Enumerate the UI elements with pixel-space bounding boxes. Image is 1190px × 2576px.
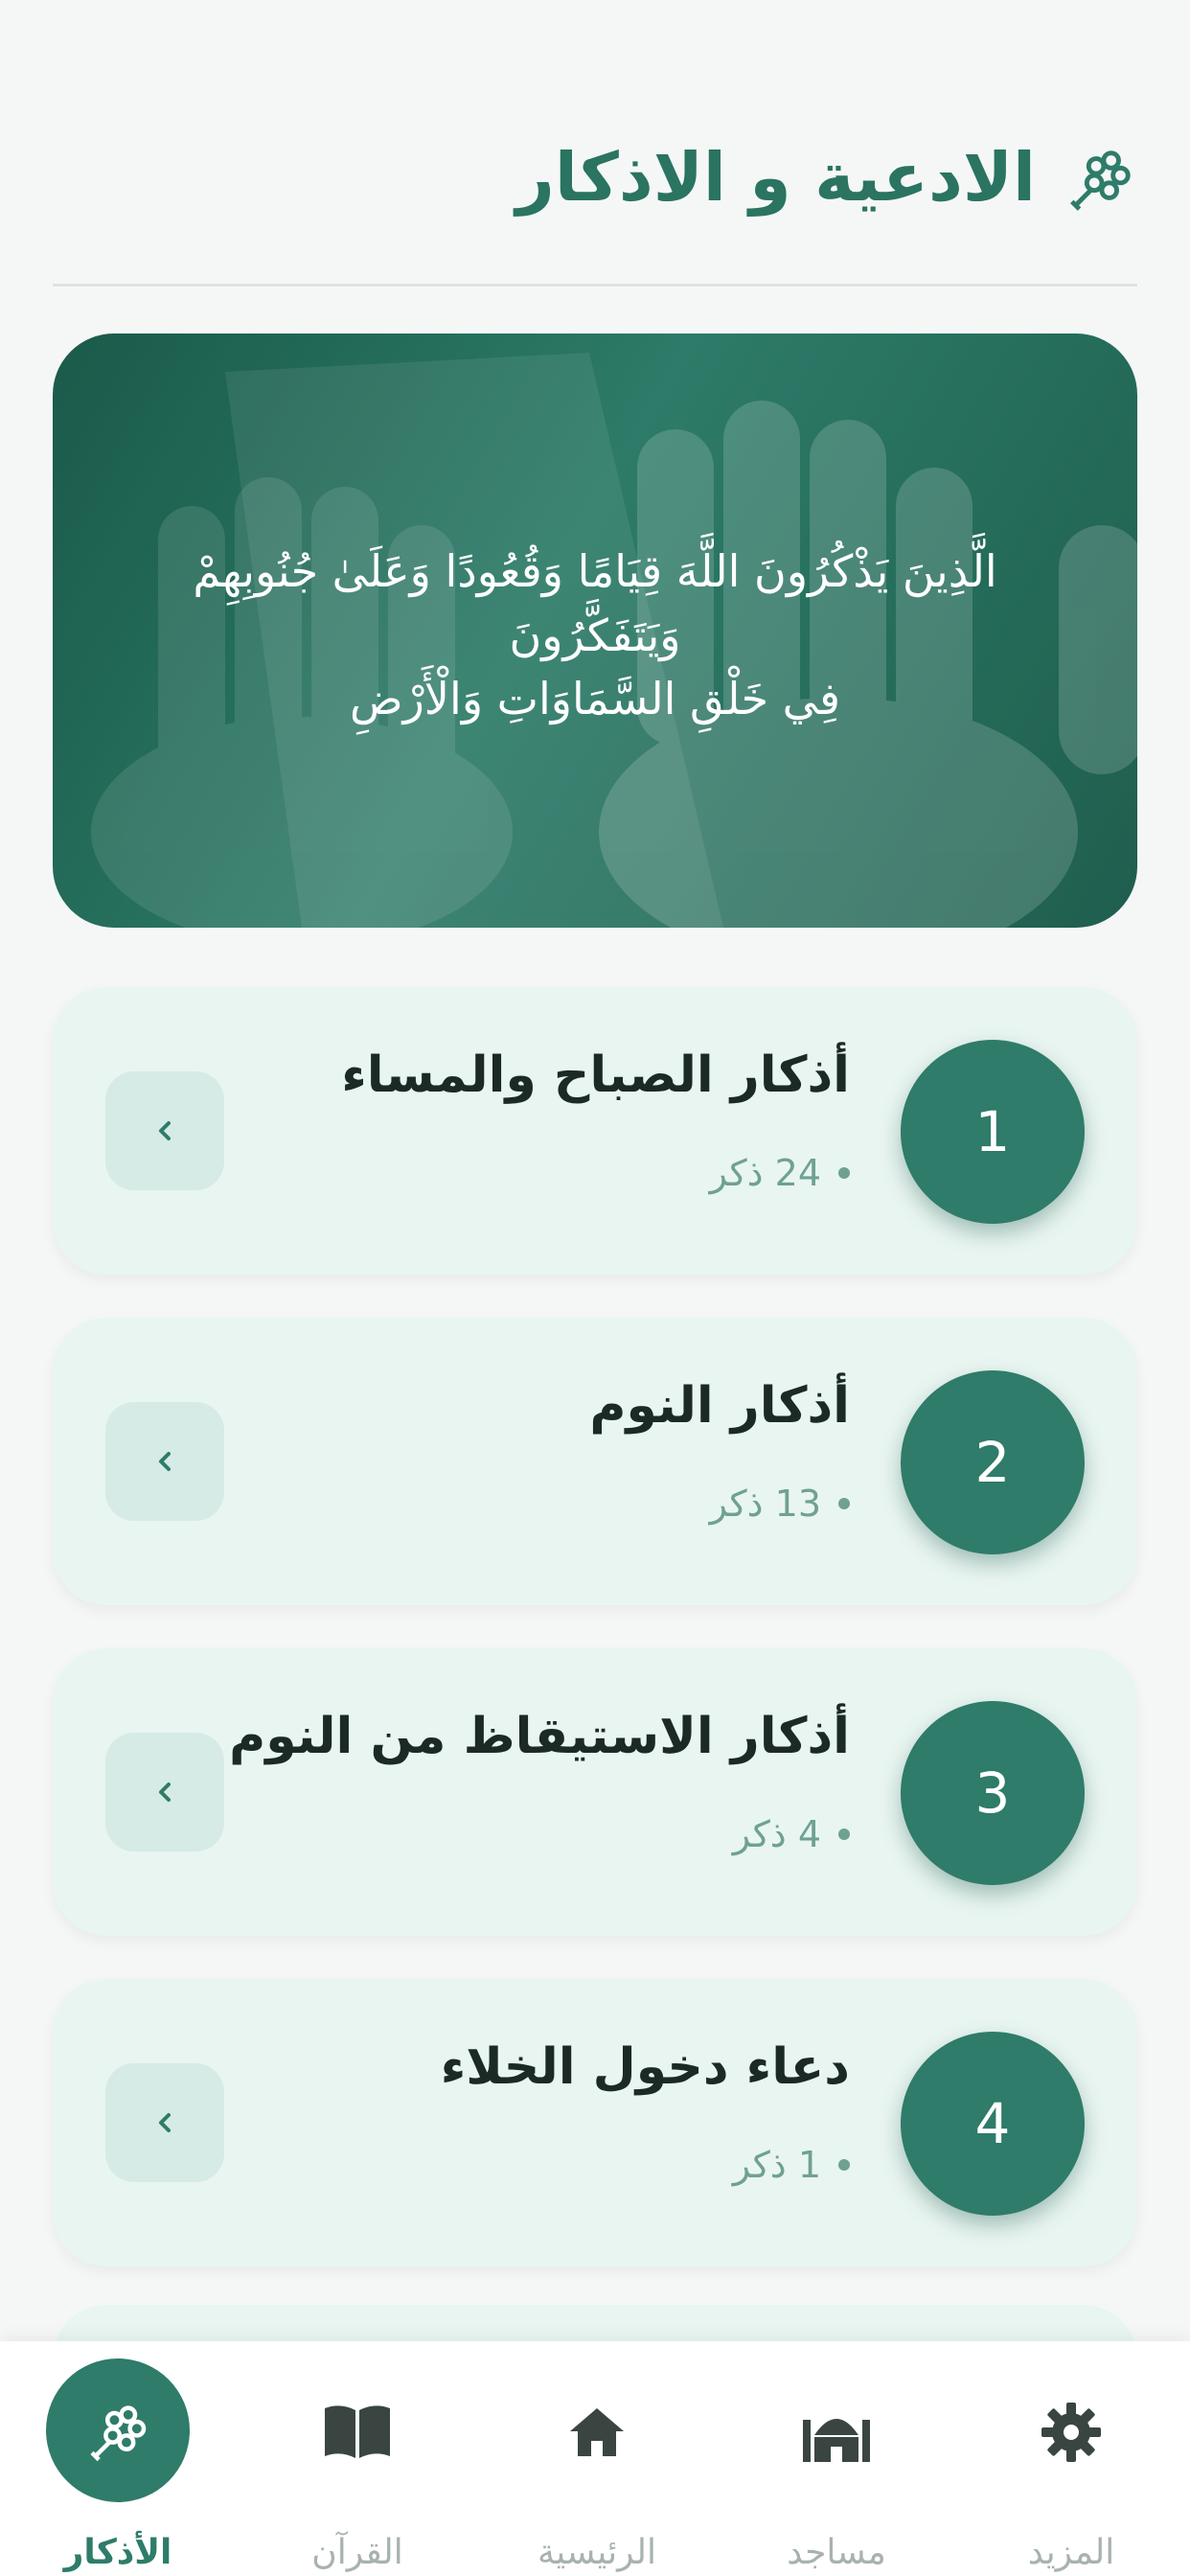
gear-icon <box>1041 2403 1101 2462</box>
card-title: أذكار النوم <box>589 1377 850 1435</box>
card-number: 4 <box>901 2032 1085 2216</box>
tasbih-icon <box>90 2405 147 2462</box>
nav-item-azkar[interactable]: الأذكار <box>3 2341 233 2576</box>
open-button[interactable] <box>105 2063 224 2182</box>
nav-label: القرآن <box>311 2533 403 2572</box>
verse-banner: الَّذِينَ يَذْكُرُونَ اللَّهَ قِيَامًا و… <box>53 334 1137 928</box>
nav-item-quran[interactable]: القرآن <box>242 2341 472 2576</box>
card-number: 1 <box>901 1040 1085 1224</box>
home-icon <box>570 2408 624 2456</box>
card-count: 24 ذكر <box>710 1152 850 1194</box>
card-count: 4 ذكر <box>733 1813 850 1855</box>
card-count-text: 4 ذكر <box>732 1813 821 1855</box>
chevron-left-icon <box>159 1121 171 1140</box>
chevron-left-icon <box>159 2113 171 2132</box>
bottom-nav: الأذكار القرآن الرئيسية مساجد المزيد <box>0 2341 1190 2576</box>
azkar-card-4[interactable]: 4 دعاء دخول الخلاء 1 ذكر <box>53 1979 1137 2266</box>
page-title: الادعية و الاذكار <box>515 138 1036 217</box>
open-button[interactable] <box>105 1071 224 1190</box>
nav-item-mosques[interactable]: مساجد <box>721 2341 951 2576</box>
verse-line-2: فِي خَلْقِ السَّمَاوَاتِ وَالْأَرْضِ <box>349 673 841 725</box>
header-divider <box>53 284 1137 287</box>
card-count: 13 ذكر <box>710 1483 850 1525</box>
card-number: 2 <box>901 1370 1085 1554</box>
nav-label: الرئيسية <box>538 2533 656 2572</box>
azkar-card-1[interactable]: 1 أذكار الصباح والمساء 24 ذكر <box>53 987 1137 1275</box>
bullet-dot <box>838 1828 850 1840</box>
card-title: أذكار الصباح والمساء <box>341 1046 850 1104</box>
card-count: 1 ذكر <box>733 2144 850 2186</box>
bullet-dot <box>838 1498 850 1509</box>
azkar-card-3[interactable]: 3 أذكار الاستيقاظ من النوم 4 ذكر <box>53 1648 1137 1936</box>
nav-label: مساجد <box>787 2533 886 2572</box>
open-button[interactable] <box>105 1733 224 1852</box>
card-title: دعاء دخول الخلاء <box>440 2038 850 2096</box>
bullet-dot <box>838 1167 850 1179</box>
nav-label: الأذكار <box>63 2533 172 2572</box>
card-count-text: 13 ذكر <box>709 1483 821 1525</box>
card-number: 3 <box>901 1701 1085 1885</box>
nav-item-home[interactable]: الرئيسية <box>482 2341 712 2576</box>
active-indicator <box>46 2358 190 2502</box>
tasbih-icon <box>1070 150 1131 211</box>
card-title: أذكار الاستيقاظ من النوم <box>229 1708 850 1765</box>
chevron-left-icon <box>159 1452 171 1471</box>
verse-line-1: الَّذِينَ يَذْكُرُونَ اللَّهَ قِيَامًا و… <box>193 545 997 661</box>
card-count-text: 24 ذكر <box>709 1152 821 1194</box>
mosque-icon <box>803 2419 870 2462</box>
bullet-dot <box>838 2159 850 2171</box>
verse-text: الَّذِينَ يَذْكُرُونَ اللَّهَ قِيَامًا و… <box>168 540 1022 731</box>
azkar-card-2[interactable]: 2 أذكار النوم 13 ذكر <box>53 1318 1137 1605</box>
card-count-text: 1 ذكر <box>732 2144 821 2186</box>
page-header: الادعية و الاذكار <box>53 125 1137 230</box>
open-button[interactable] <box>105 1402 224 1521</box>
nav-label: المزيد <box>1027 2533 1115 2572</box>
chevron-left-icon <box>159 1782 171 1802</box>
book-icon <box>325 2405 390 2458</box>
nav-item-more[interactable]: المزيد <box>956 2341 1186 2576</box>
